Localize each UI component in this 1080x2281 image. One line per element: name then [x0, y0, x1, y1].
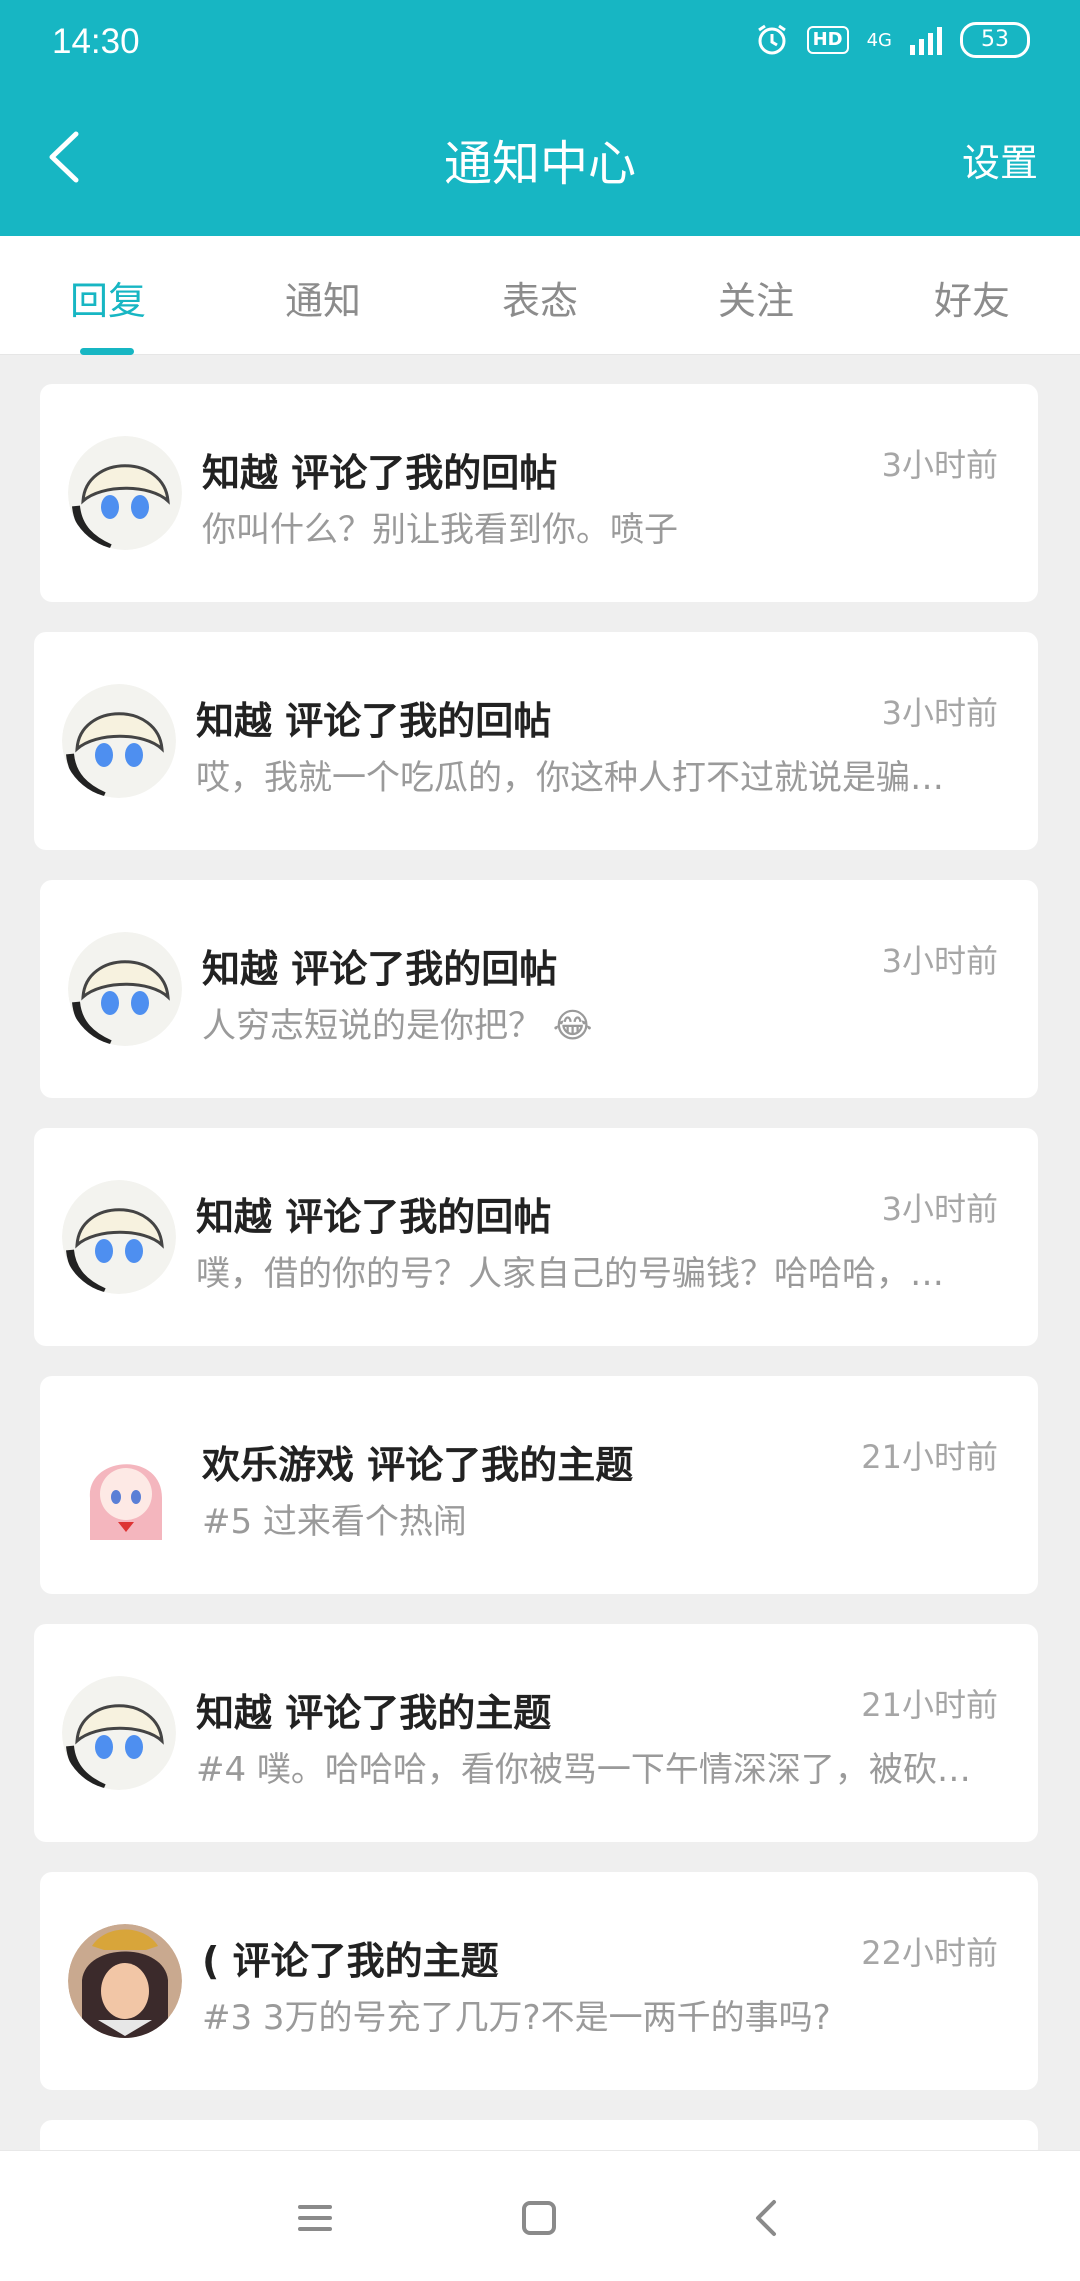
page-title: 通知中心: [443, 136, 636, 192]
avatar: [68, 1428, 182, 1542]
notification-preview: #3 3万的号充了几万?不是一两千的事吗?: [202, 1998, 831, 2038]
notification-time: 21小时前: [861, 1438, 998, 1476]
tab-bar: 回复 通知 表态 关注 好友: [0, 236, 1080, 355]
menu-icon[interactable]: [288, 2191, 342, 2245]
battery-icon: 53: [960, 22, 1030, 58]
avatar: [68, 436, 182, 550]
back-icon[interactable]: [740, 2191, 794, 2245]
system-navigation-bar: [0, 2150, 1080, 2281]
avatar: [62, 1676, 176, 1790]
notification-time: 3小时前: [881, 1190, 998, 1228]
tab-friends[interactable]: 好友: [902, 270, 1042, 325]
notification-time: 3小时前: [881, 694, 998, 732]
notification-preview: 哎，我就一个吃瓜的，你这种人打不过就说是骗…: [196, 758, 944, 798]
notification-time: 21小时前: [861, 1686, 998, 1724]
tab-reply[interactable]: 回复: [38, 270, 178, 325]
notification-card[interactable]: 知越 评论了我的回帖 3小时前 噗，借的你的号？人家自己的号骗钱？哈哈哈，…: [34, 1128, 1038, 1346]
avatar: [62, 1180, 176, 1294]
notification-time: 3小时前: [881, 446, 998, 484]
settings-button[interactable]: 设置: [962, 132, 1038, 187]
notification-preview: #5 过来看个热闹: [202, 1502, 467, 1542]
notification-card[interactable]: 欢乐游戏 评论了我的主题 21小时前 #5 过来看个热闹: [40, 1376, 1038, 1594]
notification-time: 3小时前: [881, 942, 998, 980]
notification-headline: 欢乐游戏 评论了我的主题: [202, 1443, 634, 1487]
notification-card[interactable]: ( 评论了我的主题 22小时前 #3 3万的号充了几万?不是一两千的事吗?: [40, 1872, 1038, 2090]
notification-card[interactable]: 知越 评论了我的回帖 3小时前 人穷志短说的是你把？ 😂: [40, 880, 1038, 1098]
notification-card[interactable]: 知越 评论了我的主题 21小时前 #4 噗。哈哈哈，看你被骂一下午情深深了，被砍…: [34, 1624, 1038, 1842]
notification-headline: 知越 评论了我的回帖: [202, 947, 558, 991]
notification-headline: ( 评论了我的主题: [202, 1939, 499, 1983]
avatar: [68, 1924, 182, 2038]
notification-headline: 知越 评论了我的主题: [196, 1691, 552, 1735]
tab-follow[interactable]: 关注: [686, 270, 826, 325]
avatar: [68, 932, 182, 1046]
notification-preview: 你叫什么？别让我看到你。喷子: [202, 510, 678, 550]
alarm-icon: [755, 23, 789, 57]
notification-headline: 知越 评论了我的回帖: [202, 451, 558, 495]
battery-level: 53: [981, 27, 1009, 52]
home-icon[interactable]: [512, 2191, 566, 2245]
notification-preview: 噗，借的你的号？人家自己的号骗钱？哈哈哈，…: [196, 1254, 944, 1294]
avatar: [62, 684, 176, 798]
signal-icon: [910, 25, 942, 55]
notification-headline: 知越 评论了我的回帖: [196, 1195, 552, 1239]
tab-notice[interactable]: 通知: [253, 270, 393, 325]
network-label: 4G: [866, 29, 892, 51]
notification-preview: #4 噗。哈哈哈，看你被骂一下午情深深了，被砍…: [196, 1750, 971, 1790]
notification-card[interactable]: 知越 评论了我的回帖 3小时前 你叫什么？别让我看到你。喷子: [40, 384, 1038, 602]
notification-headline: 知越 评论了我的回帖: [196, 699, 552, 743]
notification-time: 22小时前: [861, 1934, 998, 1972]
hd-icon: HD: [806, 26, 849, 54]
status-icons: HD 4G 53: [755, 22, 1030, 58]
tab-reaction[interactable]: 表态: [470, 270, 610, 325]
notification-preview: 人穷志短说的是你把？ 😂: [202, 1006, 593, 1046]
app-header: 14:30 HD 4G 53 通知中心 设置: [0, 0, 1080, 236]
active-tab-indicator: [80, 348, 134, 355]
status-time: 14:30: [52, 22, 140, 61]
notification-card[interactable]: 知越 评论了我的回帖 3小时前 哎，我就一个吃瓜的，你这种人打不过就说是骗…: [34, 632, 1038, 850]
